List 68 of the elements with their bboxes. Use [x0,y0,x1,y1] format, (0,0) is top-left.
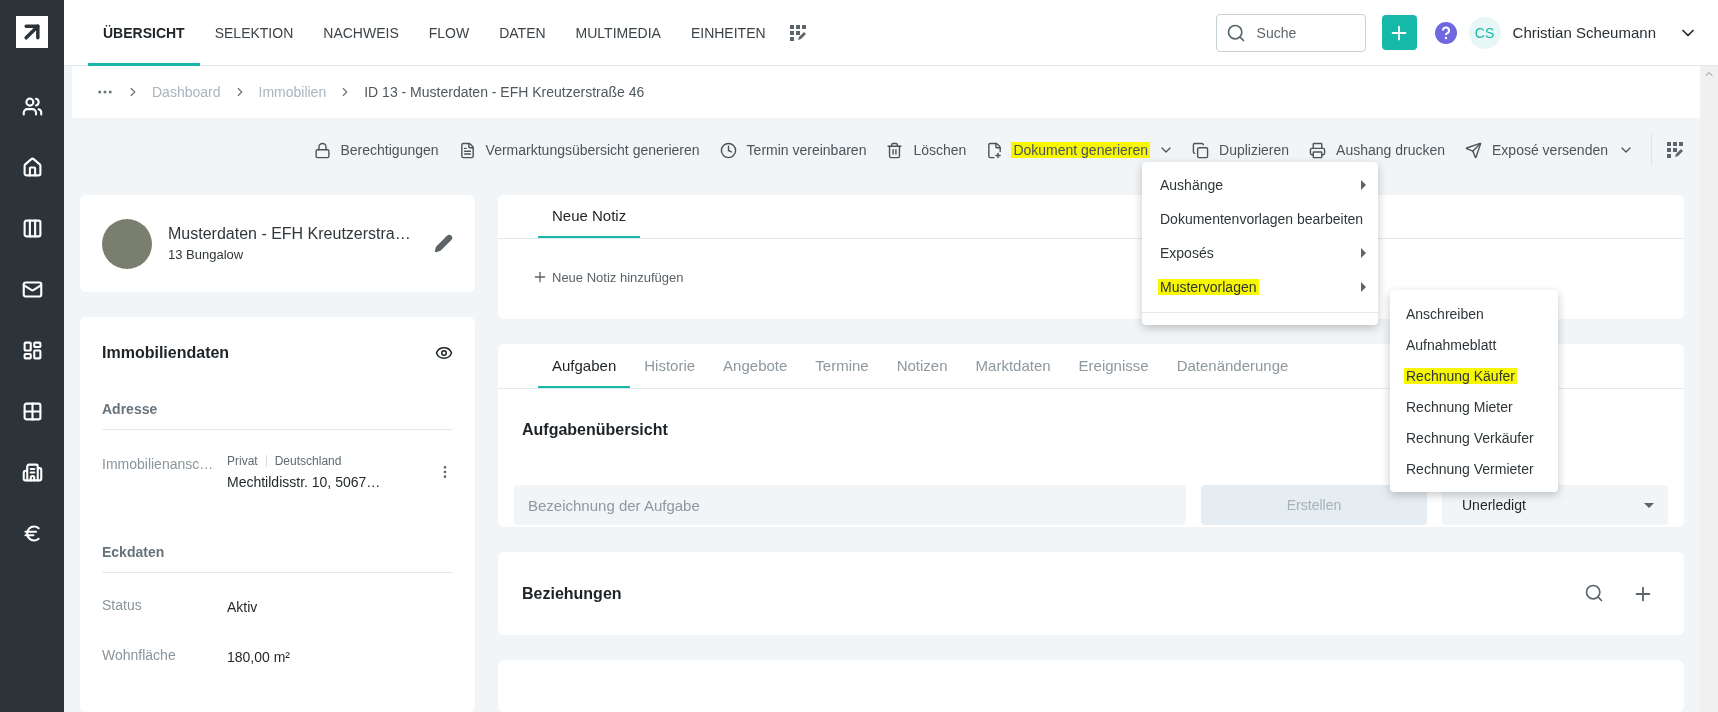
field-label: Immobilienansc… [102,455,215,472]
logo-icon[interactable] [16,16,48,48]
field-value: Aktiv [227,598,258,615]
add-note-link[interactable]: Neue Notiz hinzufügen [532,269,684,285]
card-title: Aufgabenübersicht [522,421,668,440]
search-field[interactable]: Suche [1215,13,1366,52]
toolbar-button[interactable]: Löschen [877,134,978,166]
printer-icon [1309,141,1327,159]
menu-item[interactable]: Mustervorlagen [1142,270,1378,304]
property-subtitle: 13 Bungalow [168,247,245,262]
search-icon [1225,22,1246,43]
nav-tab[interactable]: DATEN [484,0,561,66]
field-label: Status [102,597,143,613]
task-input-field[interactable]: Bezeichnung der Aufgabe [514,485,1186,526]
grid-edit-icon[interactable] [788,23,807,42]
menu-item[interactable]: Aushänge [1142,168,1378,202]
menu-item[interactable]: Rechnung Mieter [1390,391,1558,422]
nav-tab[interactable]: NACHWEIS [308,0,414,66]
address-tag: Deutschland [274,454,342,468]
user-name[interactable]: Christian Scheumann [1512,24,1656,41]
card-tab[interactable]: Aufgaben [538,344,631,389]
lock-icon [313,141,331,159]
grid-edit-icon[interactable] [1666,141,1684,159]
copy-icon [1192,141,1209,159]
edit-icon[interactable] [434,234,453,253]
photo-placeholder [102,218,152,269]
menu-item[interactable]: Rechnung Käufer [1390,360,1558,391]
toolbar-button[interactable]: Dokument generieren [977,134,1183,166]
section-heading: Eckdaten [102,544,453,573]
card-title: Immobiliendaten [102,344,230,362]
caret-right-icon [1361,248,1366,258]
send-icon [1465,141,1483,159]
plus-icon [532,269,548,285]
status-select[interactable]: Unerledigt [1442,485,1668,526]
section-heading: Adresse [102,401,453,430]
nav-tab[interactable]: SELEKTION [199,0,309,66]
document-icon [458,141,476,159]
caret-right-icon [1361,282,1366,292]
field-value: 180,00 m² [227,648,291,665]
breadcrumb-current[interactable]: ID 13 - Musterdaten - EFH Kreutzerstraße 46 [364,84,645,100]
toolbar-button[interactable]: Termin vereinbaren [710,134,878,166]
field-label: Wohnfläche [102,647,177,663]
address-tag: Privat [227,454,258,468]
nav-tab[interactable]: MULTIMEDIA [560,0,676,66]
toolbar-button[interactable]: Aushang drucken [1300,134,1457,166]
menu-item[interactable]: Anschreiben [1390,298,1558,329]
caret-down-icon [1644,502,1654,508]
help-icon[interactable] [1434,21,1457,44]
toolbar-button[interactable]: Vermarktungsübersicht generieren [449,134,711,166]
card-tab[interactable]: Neue Notiz [538,195,641,238]
scrollbar[interactable] [1700,66,1718,712]
nav-tab[interactable]: FLOW [413,0,485,66]
trash-icon [886,141,904,159]
clock-icon [719,141,737,159]
menu-item[interactable]: Rechnung Verkäufer [1390,422,1558,453]
menu-item[interactable]: Rechnung Vermieter [1390,453,1558,484]
card-title: Beziehungen [522,584,622,603]
menu-item[interactable]: Dokumentenvorlagen bearbeiten [1142,202,1378,236]
caret-right-icon [1361,180,1366,190]
nav-tab[interactable]: EINHEITEN [675,0,781,66]
property-title: Musterdaten - EFH Kreutzerstra… [168,225,412,243]
toolbar-button[interactable]: Exposé versenden [1456,134,1643,166]
field-value: Mechtildisstr. 10, 5067… [227,473,382,490]
toolbar-button[interactable]: Berechtigungen [304,134,450,166]
menu-item[interactable]: Exposés [1142,236,1378,270]
file-plus-icon [986,141,1004,159]
toolbar-button[interactable]: Duplizieren [1183,134,1301,166]
menu-item[interactable]: Aufnahmeblatt [1390,329,1558,360]
